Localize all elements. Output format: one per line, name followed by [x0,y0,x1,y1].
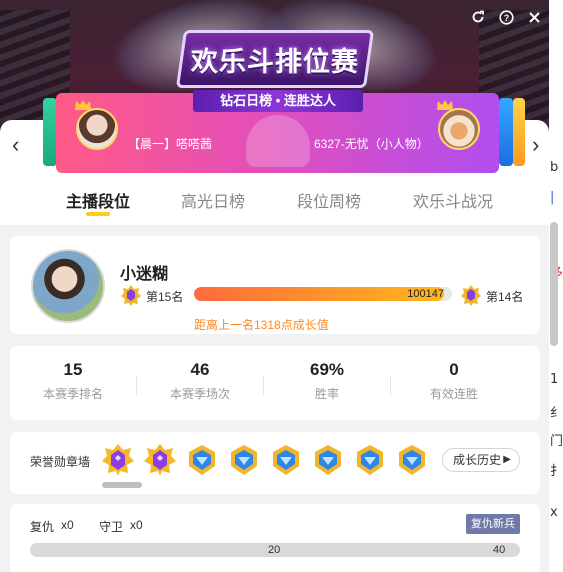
rank-medal-icon [461,285,481,306]
stat-label: 本赛季排名 [42,387,103,401]
stat-label: 有效连胜 [429,387,478,401]
streamer-name-right: 6327-无忧（小人物） [314,137,429,151]
revenge-count: x0 [61,518,74,532]
window-controls: ? [469,8,543,26]
revenge-label: 复仇 [30,520,55,534]
chevron-left-icon[interactable]: ‹ [12,132,19,158]
tab-content: 小迷糊 第15名 100147 第14名 距离上一名1318点成长值 15 本赛… [0,225,549,572]
revenge-progress-bar: 20 40 [30,543,520,557]
revenge-guard-card: 复仇 x0 守卫 x0 复仇新兵 20 40 [10,504,540,572]
help-icon[interactable]: ? [497,8,515,26]
honor-badge-purple-icon[interactable] [100,442,136,478]
chevron-right-icon[interactable]: › [532,132,539,158]
chevron-right-icon: ▶ [503,454,511,465]
carousel-prev-card[interactable] [43,98,57,166]
tab-highlight-daily[interactable]: 高光日榜 [181,188,245,212]
progress-end-value: 40 [493,544,506,556]
streamer-name-left: 【晨一】嗒嗒茜 [128,137,213,151]
stat-label: 本赛季场次 [169,387,230,401]
tab-battle-status[interactable]: 欢乐斗战况 [413,188,493,212]
stat-win-streak: 0 有效连胜 [391,360,517,402]
honor-badge-blue-icon[interactable] [184,442,220,478]
close-icon[interactable] [525,8,543,26]
revenge-title-badge: 复仇新兵 [466,514,520,534]
background-text-fragment: | [550,190,555,205]
honor-wall-label: 荣誉勋章墙 [30,455,91,469]
rank-gap-note: 距离上一名1318点成长值 [194,318,329,332]
stat-season-matches: 46 本赛季场次 [137,360,263,402]
tab-bar: 主播段位 高光日榜 段位周榜 欢乐斗战况 [0,180,549,220]
leaderboard-ribbon: 钻石日榜 • 连胜达人 [193,90,363,112]
refresh-icon[interactable] [469,8,487,26]
event-logo: 欢乐斗排位赛 [175,30,375,88]
season-stats: 15 本赛季排名 46 本赛季场次 69% 胜率 0 有效连胜 [10,346,540,420]
growth-history-label: 成长历史 [453,453,502,467]
stat-win-rate: 69% 胜率 [264,360,390,402]
progress-mid-value: 20 [268,544,281,556]
current-rank: 第15名 [146,290,184,304]
guard-count: x0 [130,518,143,532]
tab-rank-weekly[interactable]: 段位周榜 [297,188,361,212]
streamer-name: 小迷糊 [120,266,169,283]
background-text-fragment: 纟 [550,406,563,421]
avatar [76,108,118,150]
background-text-fragment: 扌 [550,464,563,479]
stat-value: 69% [309,360,345,379]
rank-medal-icon [121,285,141,306]
avatar [438,108,480,150]
next-rank: 第14名 [486,290,524,304]
honor-badge-purple-icon[interactable] [142,442,178,478]
event-logo-text: 欢乐斗排位赛 [191,46,359,78]
background-text-fragment: b [550,160,559,175]
stat-value: 0 [449,360,459,379]
rank-progress-row: 第15名 100147 第14名 [120,284,530,306]
honor-badge-blue-icon[interactable] [310,442,346,478]
stat-season-rank: 15 本赛季排名 [10,360,136,402]
honor-badge-blue-icon[interactable] [268,442,304,478]
tab-rank[interactable]: 主播段位 [66,188,130,212]
background-text-fragment: 1 [550,372,559,387]
rank-panel: 欢乐斗排位赛 ? 钻石日榜 • 连胜达人 【晨一】嗒嗒茜 6327-无忧（小人物… [0,0,549,572]
stat-value: 15 [63,360,83,379]
stat-label: 胜率 [314,387,339,401]
score-progress-bar: 100147 [194,287,452,301]
page-scrollbar[interactable] [550,222,558,346]
stat-value: 46 [190,360,210,379]
guard-label: 守卫 [99,520,124,534]
honor-badge-blue-icon[interactable] [394,442,430,478]
svg-text:?: ? [503,13,509,23]
profile-card: 小迷糊 第15名 100147 第14名 距离上一名1318点成长值 [10,236,540,334]
avatar [31,249,105,323]
background-text-fragment: 门 [550,434,563,449]
honor-badge-wall: 荣誉勋章墙 成长历史 ▶ [10,432,540,494]
background-text-fragment: x [550,505,558,520]
carousel-next-card[interactable] [499,98,513,166]
honor-badge-blue-icon[interactable] [352,442,388,478]
trophy-icon [246,115,310,167]
score-value: 100147 [407,288,444,300]
badge-scrollbar[interactable] [102,482,142,488]
carousel-next-card[interactable] [513,98,525,166]
honor-badge-blue-icon[interactable] [226,442,262,478]
growth-history-button[interactable]: 成长历史 ▶ [442,448,520,472]
active-tab-indicator [86,212,110,216]
